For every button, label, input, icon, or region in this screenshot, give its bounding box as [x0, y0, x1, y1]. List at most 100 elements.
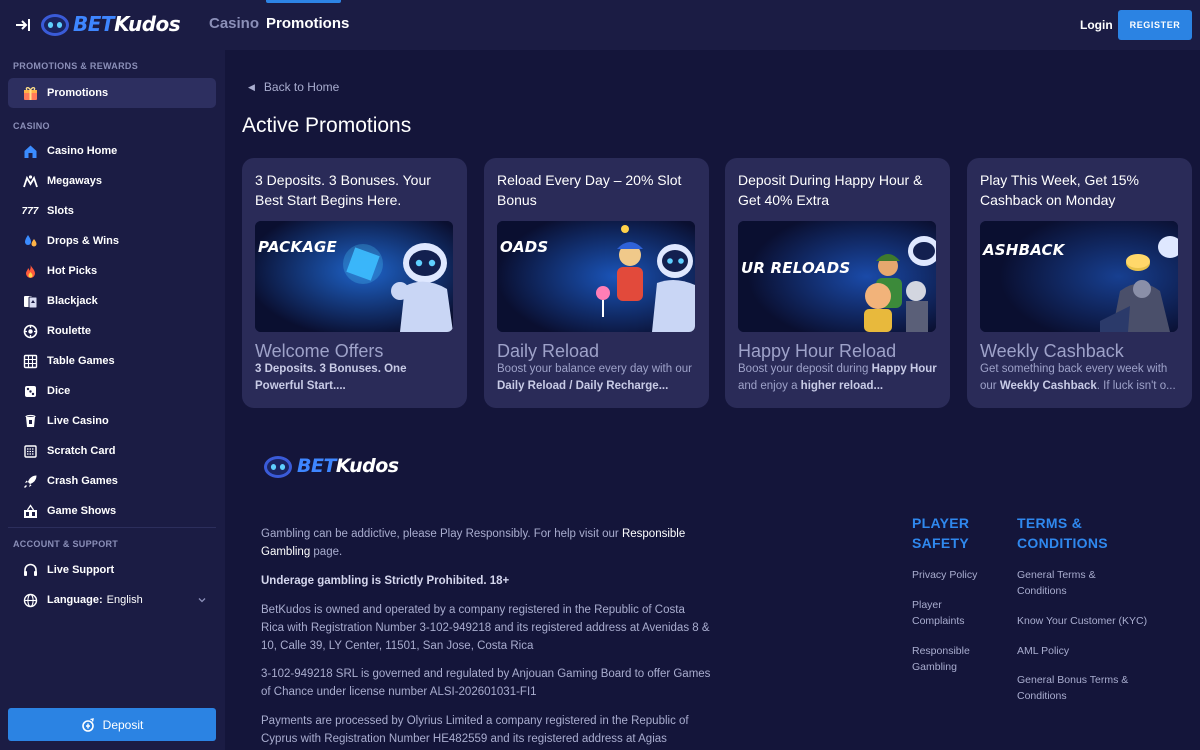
section-label-account: ACCOUNT & SUPPORT	[13, 539, 119, 549]
deposit-button[interactable]: Deposit	[8, 708, 216, 741]
player-safety-title: PLAYER SAFETY	[912, 515, 970, 551]
promo-card-name: Happy Hour Reload	[738, 341, 897, 361]
underage-notice: Underage gambling is Strictly Prohibited…	[261, 575, 510, 587]
dice-icon	[21, 382, 39, 400]
game-shows-icon	[21, 502, 39, 520]
footer-link-privacy-policy[interactable]: Privacy Policy	[912, 567, 1002, 583]
section-label-promotions: PROMOTIONS & REWARDS	[13, 61, 139, 71]
sidebar-item-label: Blackjack	[47, 295, 98, 307]
robot-logo-icon	[264, 456, 292, 478]
promo-banner-image: PACKAGE	[255, 221, 453, 332]
footer-link-responsible-gambling[interactable]: Responsible Gambling	[912, 643, 982, 675]
license-info: 3-102-949218 SRL is governed and regulat…	[261, 668, 711, 698]
promo-card-daily-reload[interactable]: Reload Every Day – 20% Slot Bonus OADS D…	[484, 158, 709, 408]
nav-tab-promotions[interactable]: Promotions	[266, 15, 349, 32]
promo-banner-text: ASHBACK	[983, 241, 1065, 259]
promo-card-description: Boost your deposit during Happy Hour and…	[738, 363, 937, 392]
footer-link-bonus-terms[interactable]: General Bonus Terms & Conditions	[1017, 672, 1147, 704]
register-button[interactable]: REGISTER	[1118, 10, 1192, 40]
promo-card-name: Welcome Offers	[255, 341, 384, 361]
promo-card-happy-hour-reload[interactable]: Deposit During Happy Hour & Get 40% Extr…	[725, 158, 950, 408]
language-label: Language:	[47, 594, 103, 606]
table-icon	[21, 352, 39, 370]
rocket-icon	[21, 472, 39, 490]
sidebar-item-dice[interactable]: Dice	[8, 376, 216, 406]
deposit-icon	[81, 717, 94, 732]
sidebar-item-label: Roulette	[47, 325, 91, 337]
drops-icon	[21, 232, 39, 250]
nav-active-indicator	[266, 0, 341, 3]
deposit-label: Deposit	[102, 717, 144, 732]
footer-logo[interactable]: BETKudos	[262, 452, 399, 480]
slots-777-icon: 777	[21, 205, 39, 217]
scratch-card-icon	[21, 442, 39, 460]
back-to-home-link[interactable]: ◀ Back to Home	[248, 80, 339, 94]
promo-banner-image: ASHBACK	[980, 221, 1178, 332]
sidebar-item-hot-picks[interactable]: Hot Picks	[8, 256, 216, 286]
promo-card-title: Reload Every Day – 20% Slot Bonus	[497, 172, 682, 208]
terms-conditions-title: TERMS & CONDITIONS	[1017, 515, 1108, 551]
sidebar-divider	[8, 527, 216, 528]
promo-banner-text: PACKAGE	[258, 238, 337, 256]
promo-card-name: Weekly Cashback	[980, 341, 1124, 361]
sidebar-item-label: Crash Games	[47, 475, 118, 487]
fire-icon	[21, 262, 39, 280]
footer-link-kyc[interactable]: Know Your Customer (KYC)	[1017, 613, 1167, 629]
chevron-down-icon	[198, 598, 206, 603]
nav-tab-casino[interactable]: Casino	[209, 15, 259, 32]
sidebar-item-label: Game Shows	[47, 505, 117, 517]
brand-kudos: Kudos	[114, 12, 181, 36]
footer-link-aml-policy[interactable]: AML Policy	[1017, 643, 1117, 659]
promo-card-description: Boost your balance every day with our Da…	[497, 363, 692, 392]
promo-card-name: Daily Reload	[497, 341, 600, 361]
robot-logo-icon	[41, 14, 69, 36]
back-label: Back to Home	[263, 80, 340, 94]
footer-link-player-complaints[interactable]: Player Complaints	[912, 597, 982, 629]
language-value: English	[106, 594, 143, 606]
sidebar-item-drops-wins[interactable]: Drops & Wins	[8, 226, 216, 256]
promo-card-welcome-offers[interactable]: 3 Deposits. 3 Bonuses. Your Best Start B…	[242, 158, 467, 408]
section-label-casino: CASINO	[13, 121, 50, 131]
sidebar-item-roulette[interactable]: Roulette	[8, 316, 216, 346]
sidebar-item-slots[interactable]: 777 Slots	[8, 196, 216, 226]
live-casino-icon	[21, 412, 39, 430]
sidebar-item-table-games[interactable]: Table Games	[8, 346, 216, 376]
sidebar-item-label: Hot Picks	[47, 265, 98, 277]
sidebar-item-promotions[interactable]: Promotions	[8, 78, 216, 108]
sidebar-item-live-support[interactable]: Live Support	[8, 555, 216, 585]
sidebar-item-live-casino[interactable]: Live Casino	[8, 406, 216, 436]
promo-card-title: Deposit During Happy Hour & Get 40% Extr…	[738, 172, 923, 208]
sidebar-item-scratch-card[interactable]: Scratch Card	[8, 436, 216, 466]
footer-link-general-terms[interactable]: General Terms & Conditions	[1017, 567, 1117, 599]
promo-banner-text: UR RELOADS	[741, 259, 851, 277]
sidebar-collapse-icon[interactable]	[14, 16, 32, 34]
login-link[interactable]: Login	[1080, 18, 1113, 32]
sidebar-item-crash-games[interactable]: Crash Games	[8, 466, 216, 496]
sidebar-item-blackjack[interactable]: Blackjack	[8, 286, 216, 316]
cards-icon	[21, 292, 39, 310]
headset-icon	[21, 561, 39, 579]
megaways-icon	[21, 172, 39, 190]
sidebar-item-megaways[interactable]: Megaways	[8, 166, 216, 196]
roulette-icon	[21, 322, 39, 340]
top-header: BETKudos Casino Promotions Login REGISTE…	[0, 0, 1200, 50]
sidebar-item-label: Live Support	[47, 564, 115, 576]
chevron-left-icon: ◀	[248, 81, 255, 92]
sidebar-item-label: Promotions	[47, 87, 109, 99]
promo-card-description: 3 Deposits. 3 Bonuses. One Powerful Star…	[255, 363, 407, 392]
sidebar-item-label: Dice	[47, 385, 71, 397]
promo-card-weekly-cashback[interactable]: Play This Week, Get 15% Cashback on Mond…	[967, 158, 1192, 408]
promo-card-title: Play This Week, Get 15% Cashback on Mond…	[980, 172, 1139, 208]
promo-card-title: 3 Deposits. 3 Bonuses. Your Best Start B…	[255, 172, 431, 208]
brand-logo[interactable]: BETKudos	[40, 10, 181, 38]
payments-info: Payments are processed by Olyrius Limite…	[261, 715, 689, 745]
sidebar-item-label: Drops & Wins	[47, 235, 120, 247]
language-selector[interactable]: Language: English	[8, 585, 216, 615]
company-info: BetKudos is owned and operated by a comp…	[261, 604, 710, 652]
sidebar-item-casino-home[interactable]: Casino Home	[8, 136, 216, 166]
promo-card-description: Get something back every week with our W…	[980, 363, 1176, 392]
sidebar-item-label: Slots	[47, 205, 74, 217]
brand-bet: BET	[73, 12, 115, 36]
gift-icon	[21, 84, 39, 102]
sidebar-item-game-shows[interactable]: Game Shows	[8, 496, 216, 526]
